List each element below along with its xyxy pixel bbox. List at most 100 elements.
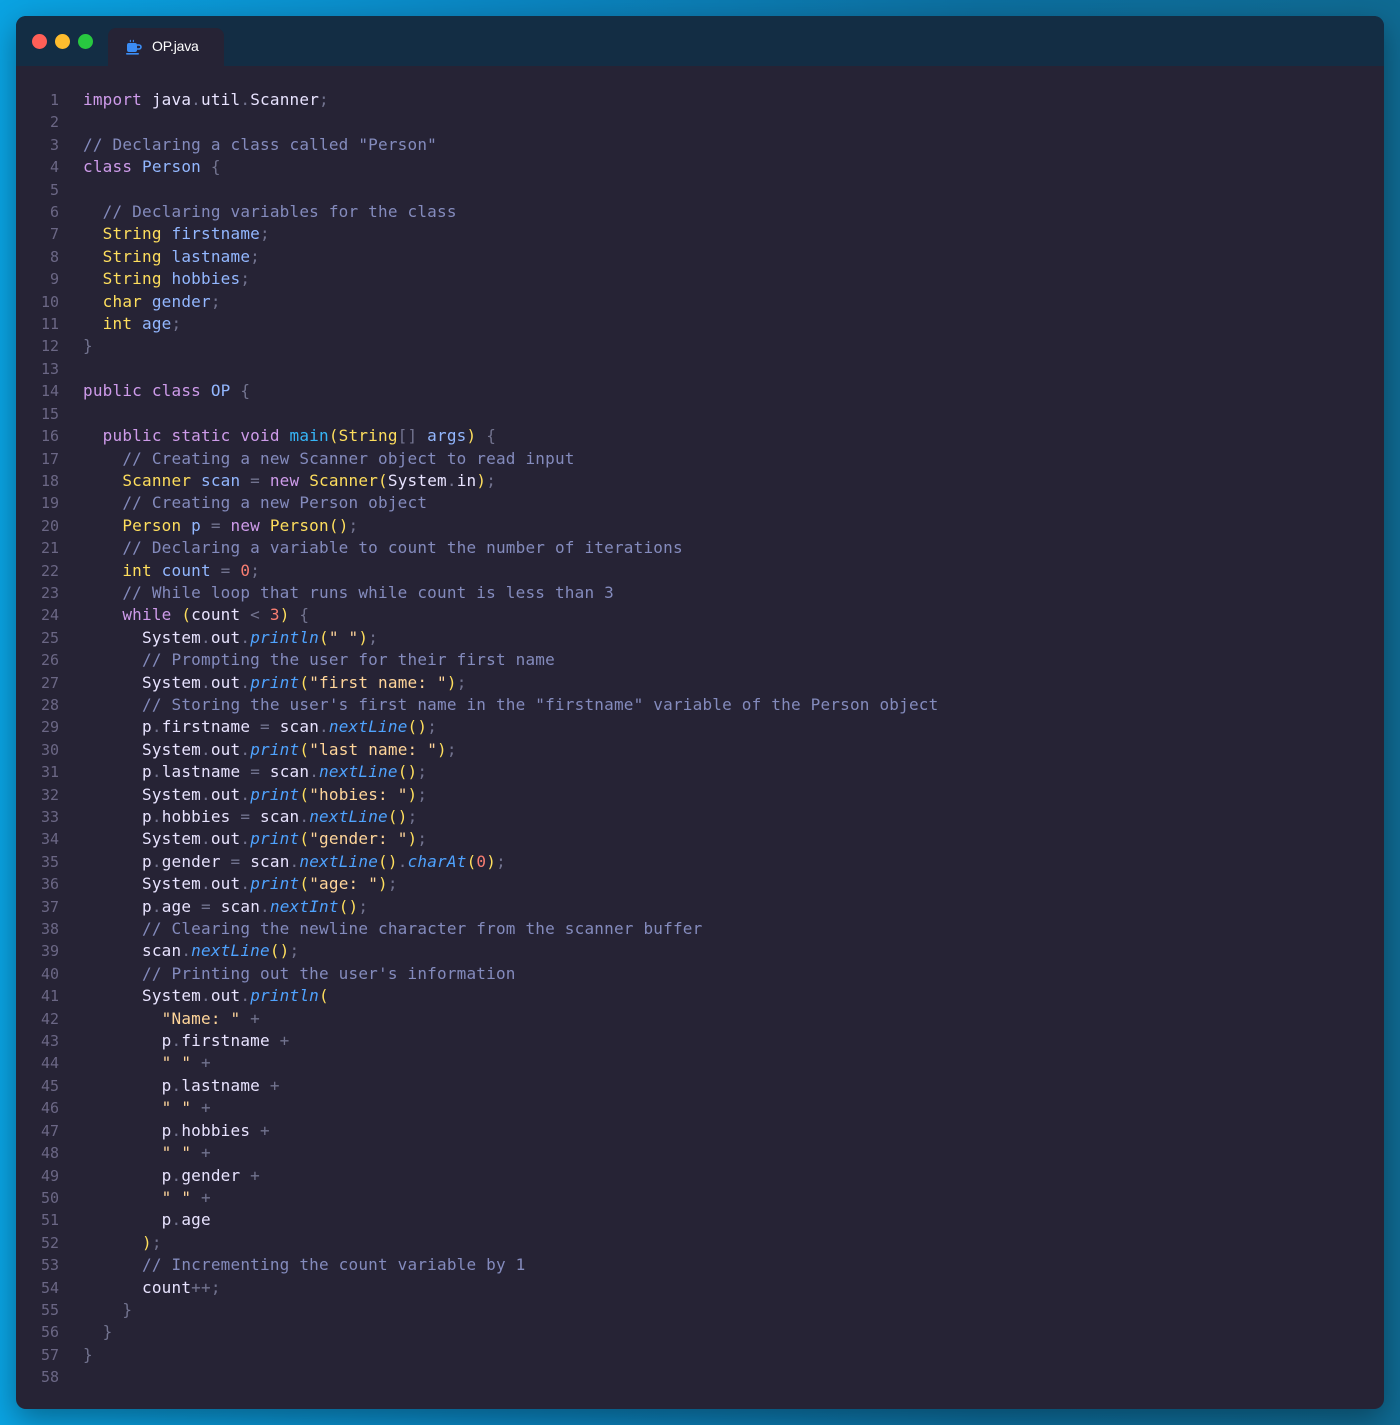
code-text: p.firstname + xyxy=(83,1030,290,1052)
code-token: . xyxy=(171,1120,182,1140)
code-line[interactable]: 54 count++; xyxy=(16,1277,1384,1299)
code-line[interactable]: 35 p.gender = scan.nextLine().charAt(0); xyxy=(16,851,1384,873)
code-token: scan xyxy=(269,717,320,737)
code-line[interactable]: 36 System.out.print("age: "); xyxy=(16,873,1384,895)
code-line[interactable]: 51 p.age xyxy=(16,1209,1384,1231)
code-token: nextLine xyxy=(309,807,388,826)
line-number: 4 xyxy=(49,158,59,177)
minimize-window-button[interactable] xyxy=(55,34,70,49)
tab-op-java[interactable]: OP.java xyxy=(108,28,224,66)
code-line[interactable]: 45 p.lastname + xyxy=(16,1075,1384,1097)
line-number: 9 xyxy=(49,270,59,289)
code-line[interactable]: 4 class Person { xyxy=(16,156,1384,178)
code-token: scan xyxy=(210,896,261,916)
code-line[interactable]: 39 scan.nextLine(); xyxy=(16,940,1384,962)
code-token: ( xyxy=(299,874,310,894)
code-token: System xyxy=(83,739,201,759)
code-text: String hobbies; xyxy=(83,268,250,290)
zoom-window-button[interactable] xyxy=(78,34,93,49)
code-line[interactable]: 46 " " + xyxy=(16,1097,1384,1119)
code-text: String lastname; xyxy=(83,246,260,268)
code-token: ; xyxy=(407,807,418,826)
code-line[interactable]: 44 " " + xyxy=(16,1052,1384,1074)
code-line[interactable]: 24 while (count < 3) { xyxy=(16,604,1384,626)
code-line[interactable]: 12} xyxy=(16,335,1384,357)
code-line[interactable]: 58 xyxy=(16,1366,1384,1388)
code-token: . xyxy=(240,90,251,109)
code-line[interactable]: 38 // Clearing the newline character fro… xyxy=(16,918,1384,940)
code-line[interactable]: 41 System.out.println( xyxy=(16,985,1384,1007)
code-line[interactable]: 5 xyxy=(16,179,1384,201)
code-line[interactable]: 20 Person p = new Person(); xyxy=(16,515,1384,537)
code-line[interactable]: 14 public class OP { xyxy=(16,380,1384,402)
code-token: Scanner xyxy=(299,470,379,490)
code-token: System xyxy=(83,829,201,849)
code-line[interactable]: 47 p.hobbies + xyxy=(16,1120,1384,1142)
code-line[interactable]: 7 String firstname; xyxy=(16,223,1384,245)
code-line[interactable]: 55 } xyxy=(16,1299,1384,1321)
code-line[interactable]: 30 System.out.print("last name: "); xyxy=(16,739,1384,761)
code-token: . xyxy=(201,874,211,894)
code-line[interactable]: 13 xyxy=(16,358,1384,380)
code-token: { xyxy=(289,605,310,625)
line-number: 8 xyxy=(49,247,59,266)
code-token: + xyxy=(269,1031,290,1051)
code-line[interactable]: 29 p.firstname = scan.nextLine(); xyxy=(16,716,1384,738)
code-token: . xyxy=(201,672,211,692)
code-line[interactable]: 42 "Name: " + xyxy=(16,1008,1384,1030)
line-number: 45 xyxy=(40,1076,59,1095)
code-line[interactable]: 15 xyxy=(16,403,1384,425)
code-line[interactable]: 33 p.hobbies = scan.nextLine(); xyxy=(16,806,1384,828)
code-line[interactable]: 31 p.lastname = scan.nextLine(); xyxy=(16,761,1384,783)
code-line[interactable]: 9 String hobbies; xyxy=(16,268,1384,290)
code-line[interactable]: 25 System.out.println(" "); xyxy=(16,627,1384,649)
code-line[interactable]: 32 System.out.print("hobies: "); xyxy=(16,784,1384,806)
code-line[interactable]: 48 " " + xyxy=(16,1142,1384,1164)
code-token: ++; xyxy=(191,1277,221,1297)
code-editor[interactable]: 1 import java.util.Scanner; 2 3// Declaring… xyxy=(16,89,1384,1389)
code-line[interactable]: 21 // Declaring a variable to count the … xyxy=(16,537,1384,559)
code-line[interactable]: 43 p.firstname + xyxy=(16,1030,1384,1052)
code-line[interactable]: 40 // Printing out the user's informatio… xyxy=(16,963,1384,985)
code-token: while xyxy=(83,605,172,625)
code-line[interactable]: 49 p.gender + xyxy=(16,1165,1384,1187)
code-token: String xyxy=(83,246,162,266)
code-line[interactable]: 16 public static void main(String[] args… xyxy=(16,425,1384,447)
line-number: 38 xyxy=(40,920,59,939)
code-line[interactable]: 34 System.out.print("gender: "); xyxy=(16,828,1384,850)
code-line[interactable]: 56 } xyxy=(16,1321,1384,1343)
code-line[interactable]: 26 // Prompting the user for their first… xyxy=(16,649,1384,671)
code-line[interactable]: 2 xyxy=(16,111,1384,133)
code-token: // Printing out the user's information xyxy=(83,963,516,983)
code-line[interactable]: 8 String lastname; xyxy=(16,246,1384,268)
code-line[interactable]: 53 // Incrementing the count variable by… xyxy=(16,1254,1384,1276)
code-line[interactable]: 28 // Storing the user's first name in t… xyxy=(16,694,1384,716)
code-text: System.out.print("hobies: "); xyxy=(83,784,427,806)
code-line[interactable]: 37 p.age = scan.nextInt(); xyxy=(16,896,1384,918)
code-line[interactable]: 3 // Declaring a class called "Person" xyxy=(16,134,1384,156)
code-line[interactable]: 23 // While loop that runs while count i… xyxy=(16,582,1384,604)
line-number: 14 xyxy=(40,382,59,401)
code-token: lastname xyxy=(181,1075,261,1095)
code-text: Scanner scan = new Scanner(System.in); xyxy=(83,470,496,492)
code-token: out xyxy=(210,829,241,849)
code-line[interactable]: 19 // Creating a new Person object xyxy=(16,492,1384,514)
code-token: 0 xyxy=(476,851,487,871)
code-token: ; xyxy=(417,762,428,782)
code-line[interactable]: 11 int age; xyxy=(16,313,1384,335)
code-token: count xyxy=(151,560,211,580)
code-line[interactable]: 1 import java.util.Scanner; xyxy=(16,89,1384,111)
code-token: p xyxy=(83,1075,172,1095)
code-line[interactable]: 10 char gender; xyxy=(16,291,1384,313)
code-line[interactable]: 52 ); xyxy=(16,1232,1384,1254)
code-line[interactable]: 27 System.out.print("first name: "); xyxy=(16,672,1384,694)
code-line[interactable]: 50 " " + xyxy=(16,1187,1384,1209)
code-line[interactable]: 17 // Creating a new Scanner object to r… xyxy=(16,448,1384,470)
close-window-button[interactable] xyxy=(32,34,47,49)
code-line[interactable]: 22 int count = 0; xyxy=(16,560,1384,582)
code-line[interactable]: 6 // Declaring variables for the class xyxy=(16,201,1384,223)
code-line[interactable]: 57} xyxy=(16,1344,1384,1366)
line-number: 5 xyxy=(49,180,59,199)
code-line[interactable]: 18 Scanner scan = new Scanner(System.in)… xyxy=(16,470,1384,492)
code-token: println xyxy=(250,627,320,647)
